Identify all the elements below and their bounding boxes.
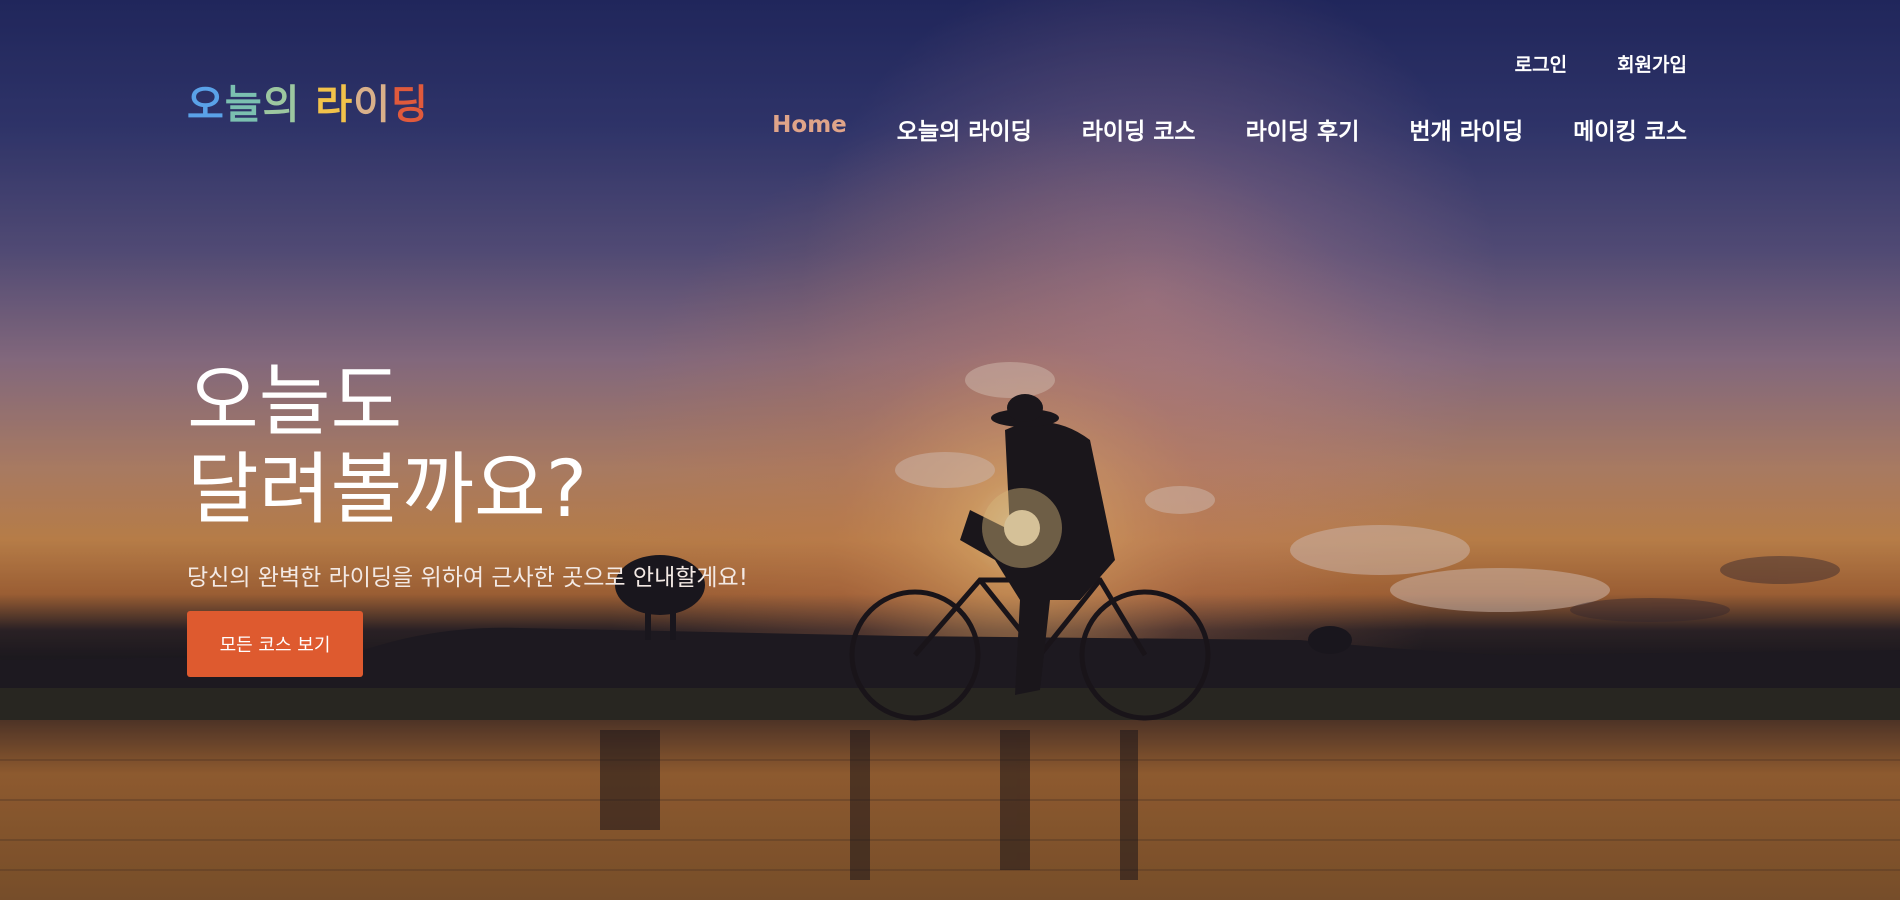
logo-char: 오 xyxy=(187,82,225,128)
nav-item-riding-review[interactable]: 라이딩 후기 xyxy=(1246,112,1360,146)
logo-char: 라 xyxy=(315,82,354,128)
nav-item-today-riding[interactable]: 오늘의 라이딩 xyxy=(897,112,1032,146)
logo-char: 이 xyxy=(353,82,391,128)
hero-headline-line1: 오늘도 xyxy=(187,357,403,447)
nav-item-home[interactable]: Home xyxy=(772,112,847,146)
hero-subtitle: 당신의 완벽한 라이딩을 위하여 근사한 곳으로 안내할게요! xyxy=(187,565,748,591)
login-link[interactable]: 로그인 xyxy=(1515,50,1567,77)
nav-item-making-course[interactable]: 메이킹 코스 xyxy=(1573,112,1687,146)
logo-char: 의 xyxy=(262,82,301,128)
signup-link[interactable]: 회원가입 xyxy=(1617,50,1687,77)
hero-section: 오늘의 라이딩 로그인 회원가입 Home 오늘의 라이딩 라이딩 코스 라이딩… xyxy=(0,0,1900,900)
logo-char: 딩 xyxy=(391,82,429,128)
account-links: 로그인 회원가입 xyxy=(1515,50,1687,77)
nav-item-flash-riding[interactable]: 번개 라이딩 xyxy=(1409,112,1523,146)
view-all-courses-button[interactable]: 모든 코스 보기 xyxy=(187,611,363,677)
hero-headline-line2: 달려볼까요? xyxy=(187,445,588,535)
hero-headline: 오늘도 달려볼까요? xyxy=(187,358,587,534)
nav-item-riding-course[interactable]: 라이딩 코스 xyxy=(1082,112,1196,146)
main-nav: Home 오늘의 라이딩 라이딩 코스 라이딩 후기 번개 라이딩 메이킹 코스 xyxy=(772,112,1687,146)
logo-char: 늘 xyxy=(224,82,263,128)
logo-char xyxy=(300,82,315,128)
site-logo[interactable]: 오늘의 라이딩 xyxy=(187,72,429,130)
